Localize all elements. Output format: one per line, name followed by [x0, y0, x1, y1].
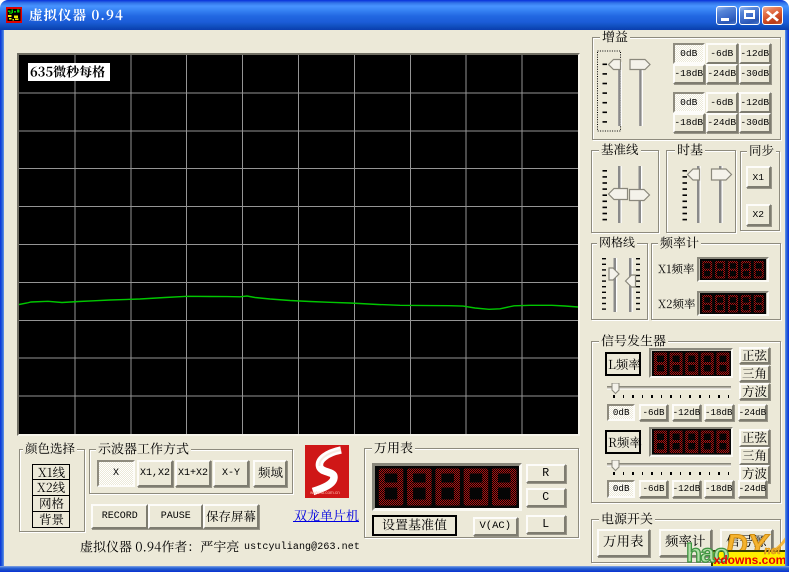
svg-text:www.sl.com.cn: www.sl.com.cn	[310, 490, 340, 495]
